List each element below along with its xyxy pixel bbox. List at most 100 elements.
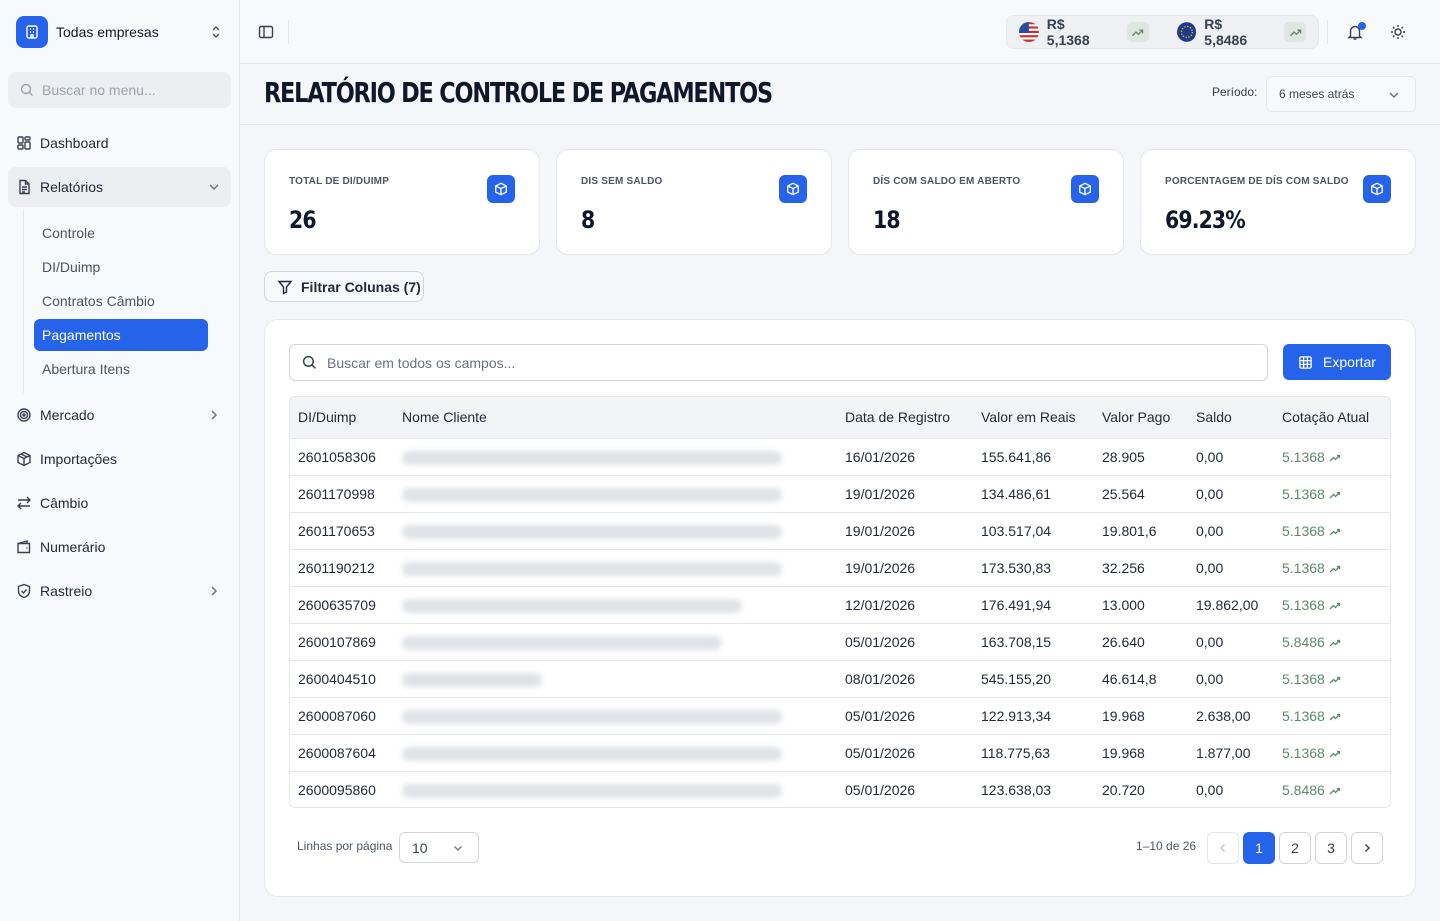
cell-cliente xyxy=(394,549,837,587)
sidebar-item-numerario[interactable]: Numerário xyxy=(8,525,231,569)
table-row[interactable]: 2600107869 05/01/2026 163.708,15 26.640 0,00… xyxy=(290,623,1390,661)
sidebar-subitem-di-duimp[interactable]: DI/Duimp xyxy=(34,251,208,283)
column-header-cotacao[interactable]: Cotação Atual xyxy=(1274,397,1390,439)
page-button-1[interactable]: 1 xyxy=(1243,832,1275,864)
cell-cliente xyxy=(394,623,837,661)
chevron-left-icon xyxy=(1220,844,1225,852)
trend-up-icon xyxy=(1329,491,1340,499)
cell-valor-reais: 176.491,94 xyxy=(973,586,1094,624)
chevron-right-icon xyxy=(211,410,218,420)
trend-up-icon xyxy=(1329,602,1340,610)
cell-valor-reais: 123.638,03 xyxy=(981,781,1052,798)
rate-usd: R$ 5,1368 xyxy=(1019,16,1149,48)
export-button[interactable]: Exportar xyxy=(1283,344,1391,380)
column-header-di[interactable]: DI/Duimp xyxy=(290,397,394,439)
cell-di: 2600087060 xyxy=(290,697,394,735)
sidebar-item-importacoes[interactable]: Importações xyxy=(8,437,231,481)
trend-up-icon xyxy=(1329,528,1340,536)
cell-data: 19/01/2026 xyxy=(837,549,973,587)
sidebar-subitem-pagamentos[interactable]: Pagamentos xyxy=(34,319,208,351)
company-switcher[interactable]: Todas empresas xyxy=(16,16,223,48)
page-button-2[interactable]: 2 xyxy=(1279,832,1311,864)
prev-page-button[interactable] xyxy=(1207,832,1239,864)
table-row[interactable]: 2600635709 12/01/2026 176.491,94 13.000 19.8… xyxy=(290,586,1390,624)
table-search-input[interactable]: Buscar em todos os campos... xyxy=(289,344,1268,381)
rows-per-page-label: Linhas por página xyxy=(297,839,393,853)
rate-value: 5.1368 xyxy=(1282,559,1325,576)
column-header-data[interactable]: Data de Registro xyxy=(837,397,973,439)
package-icon xyxy=(17,451,31,467)
sidebar-subitem-abertura-itens[interactable]: Abertura Itens xyxy=(34,353,208,385)
cell-saldo: 0,00 xyxy=(1188,623,1274,661)
redacted-client-name xyxy=(402,450,782,465)
cell-valor-pago: 46.614,8 xyxy=(1094,660,1188,698)
rate-usd-value: R$ 5,1368 xyxy=(1046,16,1090,48)
next-page-button[interactable] xyxy=(1351,832,1383,864)
sidebar-item-cambio[interactable]: Câmbio xyxy=(8,481,231,525)
rows-per-page-select[interactable]: 10 xyxy=(399,832,479,863)
trend-up-icon xyxy=(1329,713,1340,721)
topbar: R$ 5,1368 R$ 5,8486 xyxy=(240,0,1440,64)
sidebar-item-mercado[interactable]: Mercado xyxy=(8,393,231,437)
sidebar-item-label: Importações xyxy=(40,451,118,467)
cell-valor-pago: 25.564 xyxy=(1094,475,1188,513)
exchange-rates: R$ 5,1368 R$ 5,8486 xyxy=(1006,15,1319,49)
cell-data: 05/01/2026 xyxy=(837,734,973,772)
trend-up-icon xyxy=(1284,22,1306,42)
sidebar-subitem-contratos-cambio[interactable]: Contratos Câmbio xyxy=(34,285,208,317)
stat-value: 26 xyxy=(289,206,317,234)
table-row[interactable]: 2601190212 19/01/2026 173.530,83 32.256 0,00… xyxy=(290,549,1390,587)
table-row[interactable]: 2601058306 16/01/2026 155.641,86 28.905 0,00… xyxy=(290,438,1390,476)
box-icon xyxy=(1071,175,1099,203)
column-header-valor-reais[interactable]: Valor em Reais xyxy=(973,397,1094,439)
sidebar-subitem-controle[interactable]: Controle xyxy=(34,217,208,249)
column-header-cliente[interactable]: Nome Cliente xyxy=(394,397,837,439)
cell-cotacao: 5.1368 xyxy=(1274,697,1390,735)
column-header-valor-pago[interactable]: Valor Pago xyxy=(1094,397,1188,439)
redacted-client-name xyxy=(402,524,782,539)
cell-valor-reais: 155.641,86 xyxy=(973,438,1094,476)
table-row[interactable]: 2600087604 05/01/2026 118.775,63 19.968 1.87… xyxy=(290,734,1390,772)
sun-icon[interactable] xyxy=(1390,24,1406,40)
page-button-3[interactable]: 3 xyxy=(1315,832,1347,864)
cell-saldo: 0,00 xyxy=(1188,660,1274,698)
pagination-range: 1–10 de 26 xyxy=(1136,839,1197,853)
table-row[interactable]: 2601170653 19/01/2026 103.517,04 19.801,6 0,… xyxy=(290,512,1390,550)
page-title: RELATÓRIO DE CONTROLE DE PAGAMENTOS xyxy=(264,76,773,109)
stat-value: 18 xyxy=(873,206,901,234)
period-label: Período: xyxy=(1212,85,1258,99)
redacted-client-name xyxy=(402,487,782,502)
redacted-client-name xyxy=(402,783,782,798)
cell-di: 2600635709 xyxy=(290,586,394,624)
cell-di: 2601190212 xyxy=(290,549,394,587)
menu-search-input[interactable]: Buscar no menu... xyxy=(8,72,231,108)
cell-valor-reais: 163.708,15 xyxy=(973,623,1094,661)
trend-up-icon xyxy=(1329,454,1340,462)
cell-valor-pago: 19.968 xyxy=(1094,734,1188,772)
cell-saldo: 2.638,00 xyxy=(1188,697,1274,735)
cell-di: 2600404510 xyxy=(290,660,394,698)
rate-eur: R$ 5,8486 xyxy=(1176,16,1306,48)
redacted-client-name xyxy=(402,672,542,687)
trend-up-icon xyxy=(1329,565,1340,573)
chevron-right-icon xyxy=(1365,844,1370,852)
table-row[interactable]: 2600404510 08/01/2026 545.155,20 46.614,8 0,… xyxy=(290,660,1390,698)
table-row[interactable]: 2600087060 05/01/2026 122.913,34 19.968 2.63… xyxy=(290,697,1390,735)
cell-valor-pago: 20.720 xyxy=(1102,781,1145,798)
period-select[interactable]: 6 meses atrás xyxy=(1266,76,1416,112)
sidebar-item-label: Dashboard xyxy=(40,135,109,151)
cell-valor-pago: 13.000 xyxy=(1094,586,1188,624)
filter-columns-button[interactable]: Filtrar Colunas (7) xyxy=(264,271,424,302)
sidebar-item-rastreio[interactable]: Rastreio xyxy=(8,569,231,613)
table-row[interactable]: 2600095860 05/01/2026 123.638,03 20.720 0,00… xyxy=(290,771,1390,807)
table-row[interactable]: 2601170998 19/01/2026 134.486,61 25.564 0,00… xyxy=(290,475,1390,513)
rate-value: 5.1368 xyxy=(1282,707,1325,724)
sidebar-nav: Dashboard Relatórios Controle DI/Duimp C… xyxy=(8,121,231,613)
redacted-client-name xyxy=(402,635,722,650)
sidebar-item-relatorios[interactable]: Relatórios xyxy=(8,167,231,207)
column-header-saldo[interactable]: Saldo xyxy=(1188,397,1274,439)
sidebar-item-label: Câmbio xyxy=(40,495,89,511)
shield-icon xyxy=(17,583,31,599)
sidebar-item-dashboard[interactable]: Dashboard xyxy=(8,121,231,165)
sidebar-toggle-icon[interactable] xyxy=(258,24,274,40)
